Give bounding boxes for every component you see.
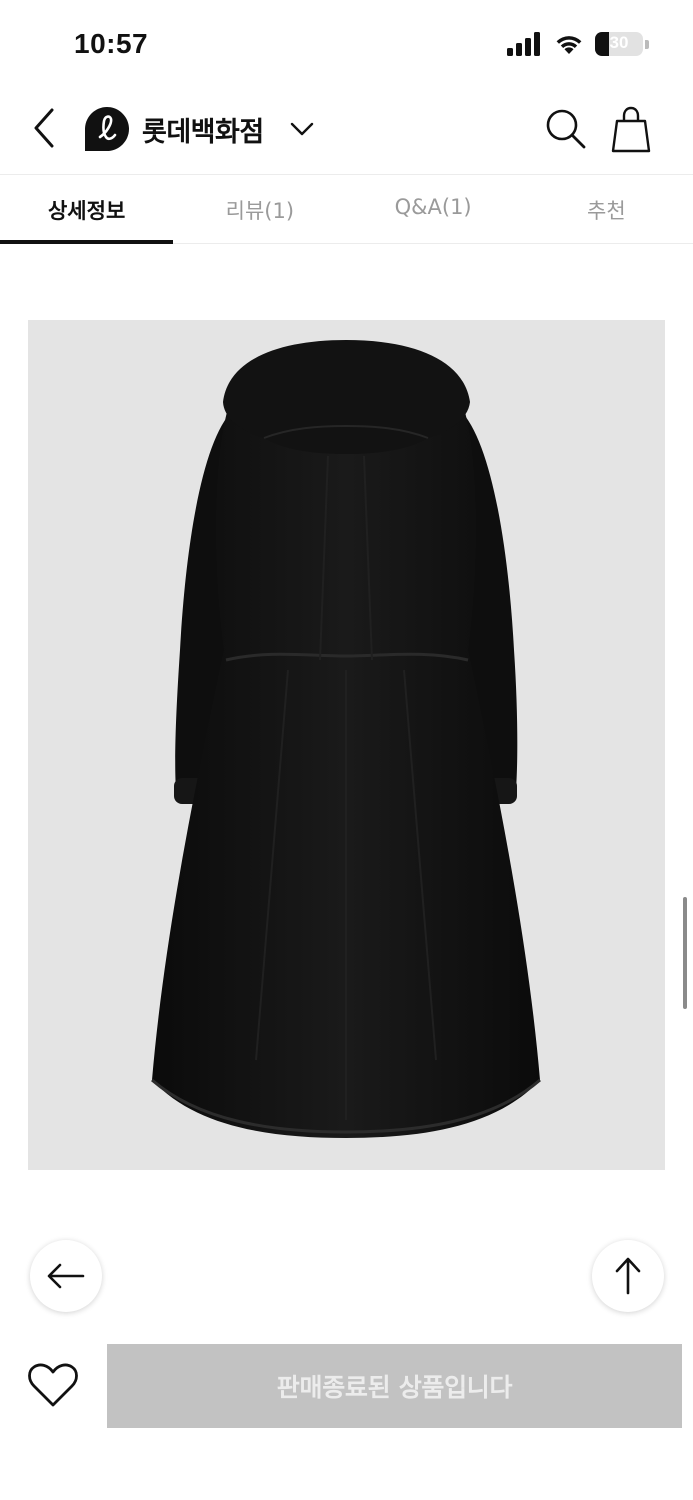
- battery-icon: 30: [595, 32, 643, 56]
- battery-cap: [645, 39, 649, 49]
- shopping-bag-button[interactable]: [610, 106, 652, 154]
- sold-out-button: 판매종료된 상품입니다: [107, 1344, 682, 1428]
- search-icon: [546, 109, 586, 149]
- product-detail-page: 10:57 30 롯데백화점 상세정보 리뷰(1) Q&A(1) 추천 판매종료…: [0, 0, 693, 1500]
- prev-button[interactable]: [30, 1240, 102, 1312]
- wifi-icon: [556, 36, 582, 54]
- scroll-indicator[interactable]: [683, 897, 687, 1009]
- signal-icon: [507, 32, 540, 56]
- arrow-up-icon: [615, 1257, 641, 1295]
- back-button[interactable]: [24, 106, 64, 150]
- status-bar: 10:57 30: [0, 0, 693, 92]
- tab-qna[interactable]: Q&A(1): [347, 175, 520, 243]
- brand-selector[interactable]: 롯데백화점: [84, 104, 314, 154]
- chevron-down-icon: [290, 122, 314, 136]
- battery-level: 30: [609, 33, 629, 52]
- wishlist-button[interactable]: [26, 1360, 80, 1410]
- heart-icon: [28, 1363, 78, 1407]
- status-time: 10:57: [74, 28, 149, 59]
- coat-illustration: [151, 340, 541, 1138]
- status-icons: 30: [507, 32, 649, 56]
- product-image: [28, 320, 665, 1170]
- back-icon: [34, 108, 54, 148]
- tab-detail-info[interactable]: 상세정보: [0, 175, 174, 244]
- brand-name: 롯데백화점: [142, 116, 264, 148]
- search-button[interactable]: [543, 106, 589, 152]
- header: 롯데백화점: [0, 92, 693, 174]
- scroll-top-button[interactable]: [592, 1240, 664, 1312]
- tab-recommend[interactable]: 추천: [520, 175, 693, 243]
- arrow-left-icon: [47, 1263, 85, 1289]
- shopping-bag-icon: [611, 106, 651, 153]
- tab-reviews[interactable]: 리뷰(1): [173, 175, 346, 243]
- detail-tabs: 상세정보 리뷰(1) Q&A(1) 추천: [0, 174, 693, 244]
- brand-logo-icon: [85, 107, 129, 151]
